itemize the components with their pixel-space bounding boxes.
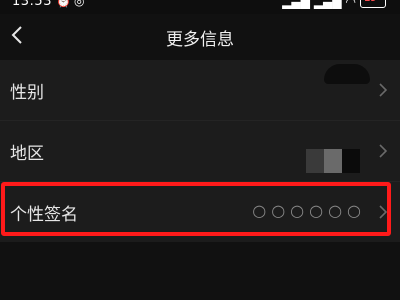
row-label: 地区 (10, 144, 44, 164)
header: 更多信息 (0, 14, 400, 58)
chevron-right-icon (379, 144, 388, 158)
info-list: 性别 地区 个性签名 ○○○○○○ (0, 60, 400, 242)
chevron-right-icon (379, 205, 388, 219)
row-signature[interactable]: 个性签名 ○○○○○○ (0, 182, 400, 242)
signal-icon: ▂▄▆ (313, 0, 342, 9)
wifi-icon: ◠ (345, 0, 356, 9)
signal-icon: ▂▄▆ (282, 0, 310, 9)
status-bar: 13:53 ⏰ ◎ ▂▄▆ ▂▄▆ ◠ 19 (0, 0, 400, 14)
battery-icon: 19 (360, 0, 386, 8)
chevron-right-icon (379, 83, 388, 97)
battery-level: 19 (364, 0, 377, 4)
row-label: 性别 (10, 83, 44, 103)
status-icons: ▂▄▆ ▂▄▆ ◠ 19 (282, 0, 386, 9)
page-title: 更多信息 (166, 30, 234, 50)
row-gender[interactable]: 性别 (0, 60, 400, 121)
status-time: 13:53 (12, 0, 52, 9)
row-region[interactable]: 地区 (0, 121, 400, 182)
blurred-region-value (306, 149, 360, 173)
signature-value: ○○○○○○ (252, 201, 366, 220)
row-label: 个性签名 (10, 205, 78, 225)
blurred-avatar (324, 64, 370, 84)
alarm-icon: ⏰ (56, 0, 71, 8)
location-icon: ◎ (74, 0, 85, 8)
